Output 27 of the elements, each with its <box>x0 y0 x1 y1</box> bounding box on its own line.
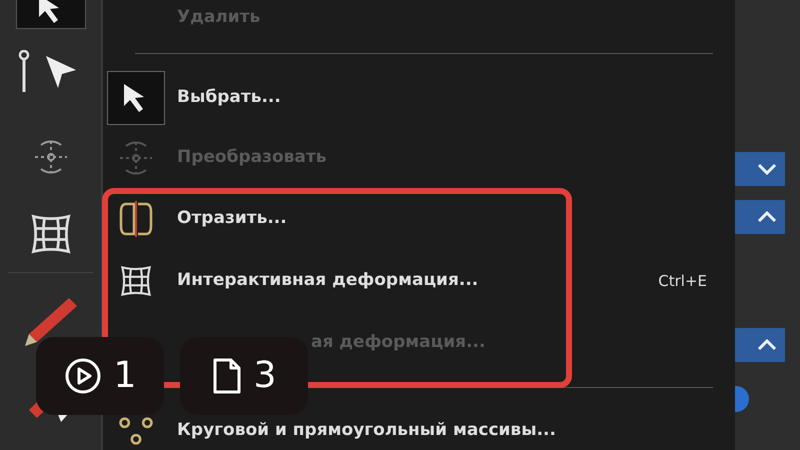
tool-button[interactable] <box>16 0 86 29</box>
menu-item-label: Отразить... <box>177 207 287 230</box>
chevron-up-icon <box>757 211 777 223</box>
pencil-icon <box>22 296 78 348</box>
menu-item[interactable]: Выбрать... <box>103 68 735 128</box>
menu-item-label: Преобразовать <box>177 146 327 170</box>
chevron-up-icon <box>757 339 777 351</box>
chevron-button[interactable] <box>735 152 785 186</box>
circles-icon <box>119 417 153 445</box>
chevron-button[interactable] <box>735 200 785 234</box>
play-count: 1 <box>114 354 136 398</box>
menu-item[interactable]: Отразить... <box>103 188 735 250</box>
menu-item-label: Круговой и прямоугольный массивы... <box>177 419 556 442</box>
menu-item-label: Интерактивная деформация... <box>177 269 478 292</box>
play-icon <box>64 357 102 395</box>
menu-item-label: Выбрать... <box>177 86 281 110</box>
grid-icon <box>119 264 153 298</box>
menu-item-label: Удалить <box>177 6 260 30</box>
shortcut-label: Ctrl+E <box>658 270 707 292</box>
page-count: 3 <box>254 354 276 398</box>
menu-item[interactable]: Круговой и прямоугольный массивы... <box>103 400 735 450</box>
grid-icon <box>28 212 72 256</box>
page-icon <box>212 357 242 395</box>
chevron-down-icon <box>757 163 777 175</box>
mirror-icon <box>118 200 154 238</box>
menu-item[interactable]: Интерактивная деформация... Ctrl+E <box>103 250 735 312</box>
chevron-button[interactable] <box>735 328 785 362</box>
